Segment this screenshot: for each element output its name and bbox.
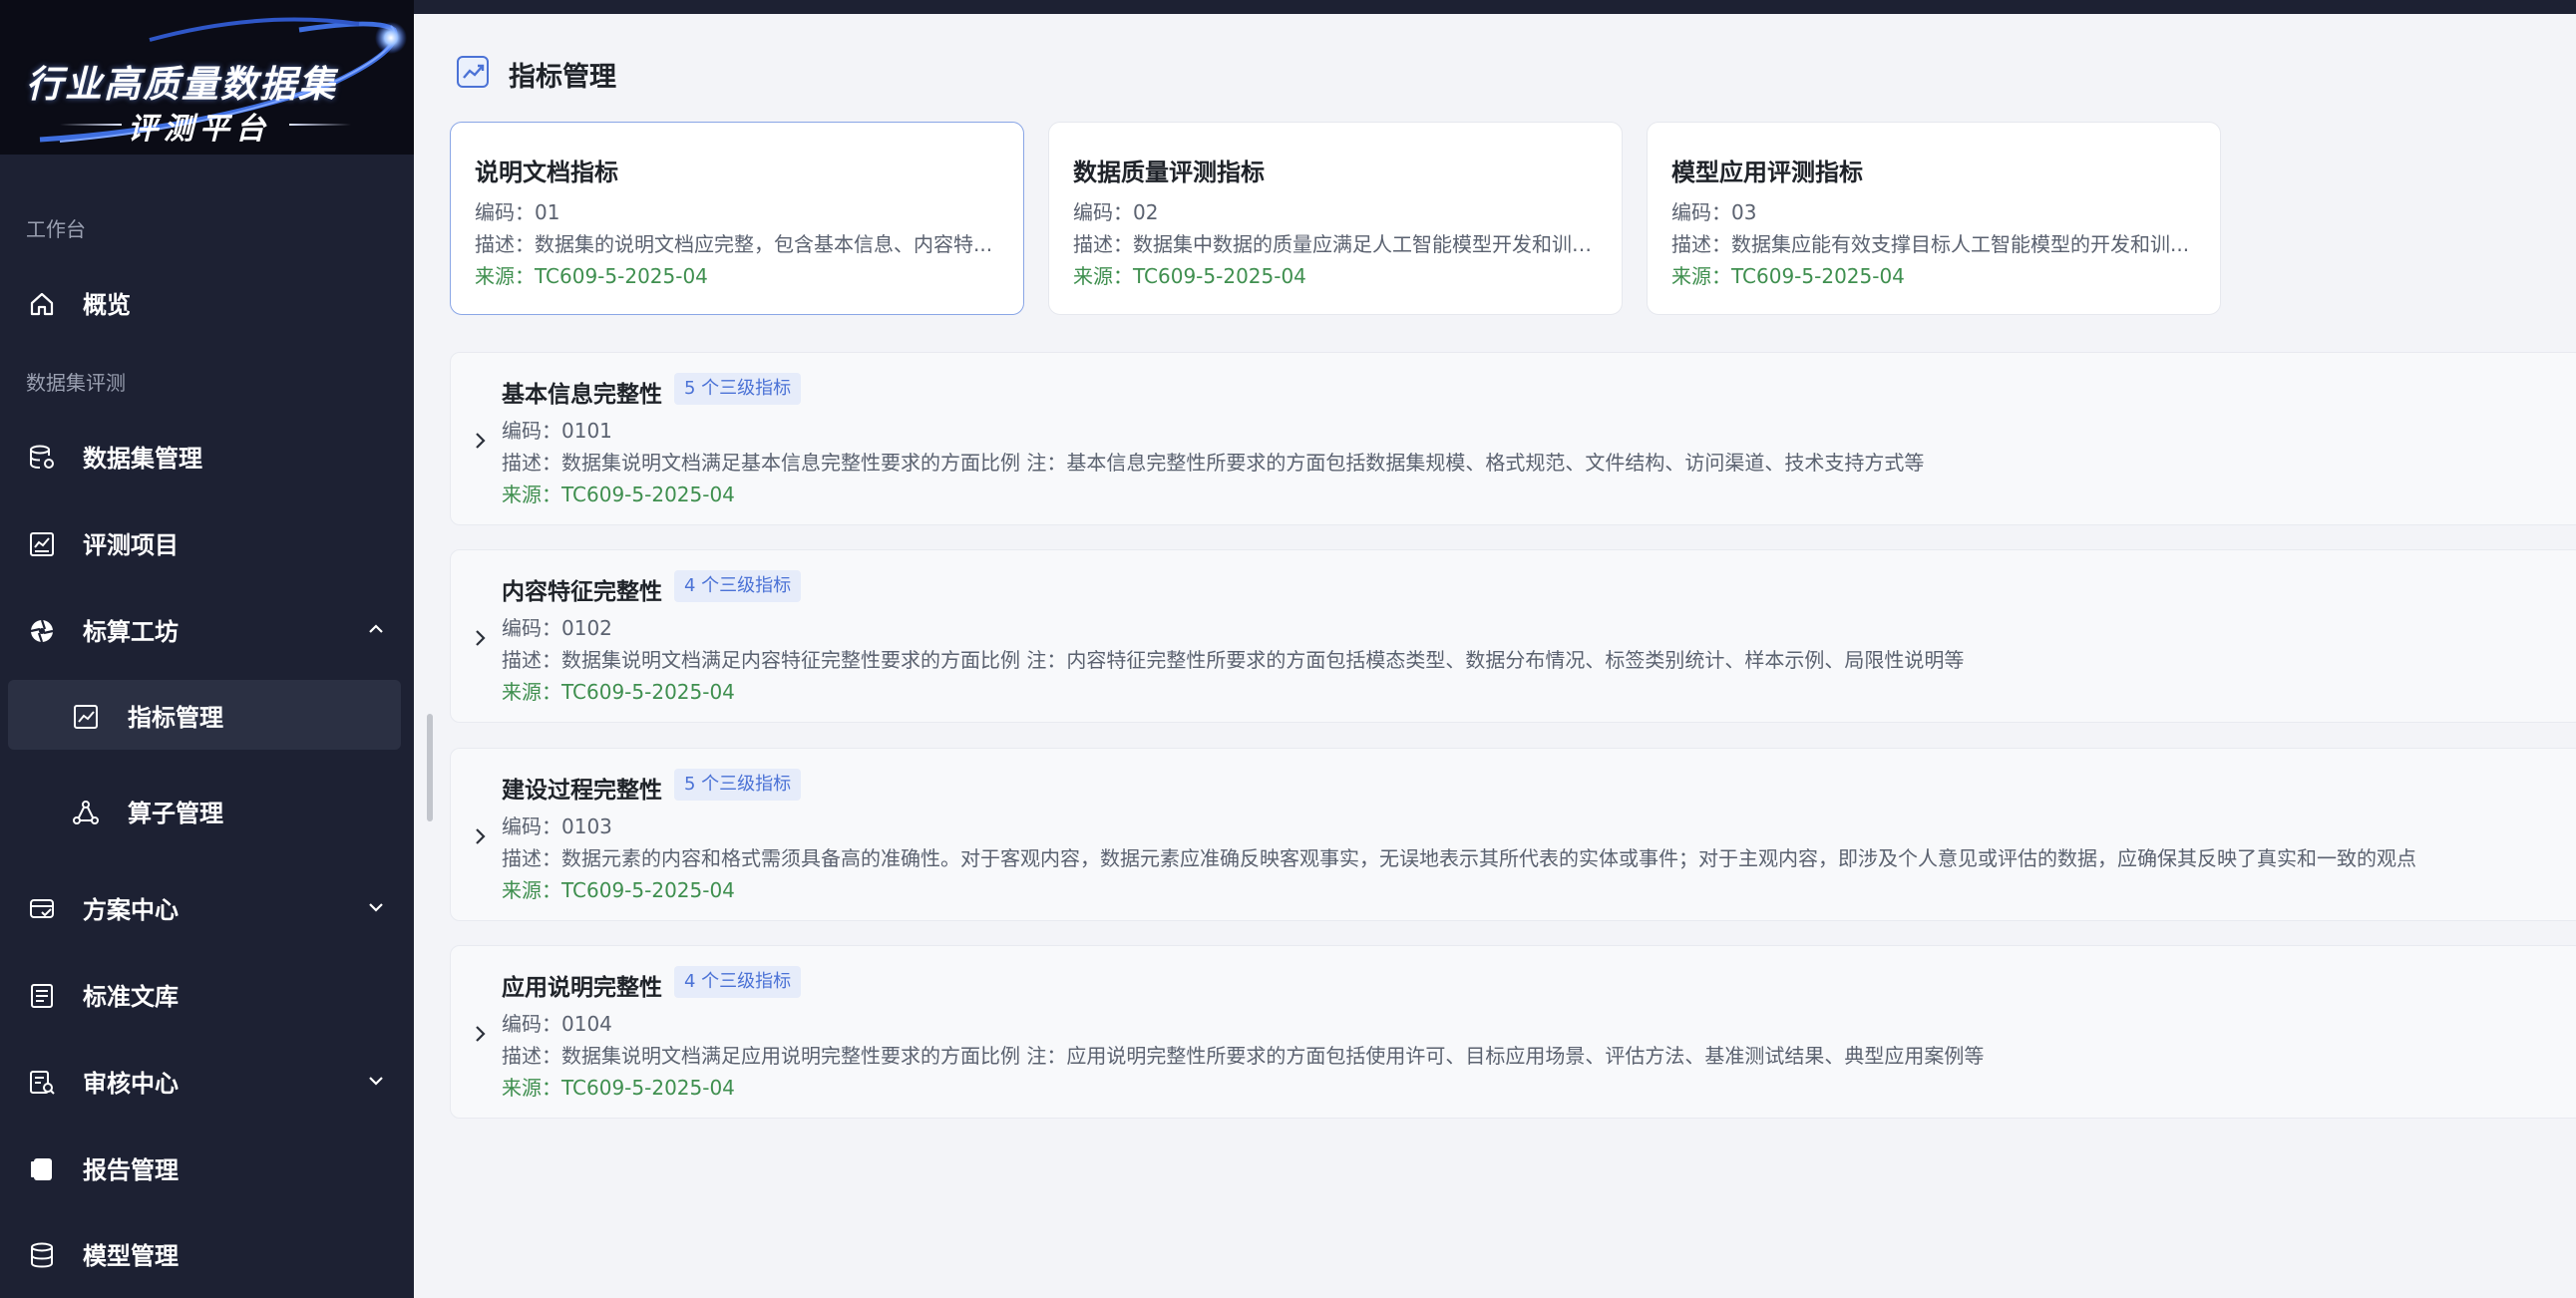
audit-icon [30, 1071, 55, 1095]
sidebar-item-plan-center[interactable]: 方案中心 [8, 872, 401, 942]
card-description: 描述：数据集应能有效支撑目标人工智能模型的开发和训... [1671, 232, 2190, 256]
card-source: 来源：TC609-5-2025-04 [475, 264, 708, 288]
row-source: 来源：TC609-5-2025-04 [502, 483, 735, 506]
card-description: 描述：数据集中数据的质量应满足人工智能模型开发和训练... [1073, 232, 1600, 256]
home-icon [30, 292, 54, 316]
sidebar-item-label: 指标管理 [128, 703, 223, 732]
metric-row: 应用说明完整性 4 个三级指标 编码：0104 描述：数据集说明文档满足应用说明… [450, 945, 2576, 1119]
metric-row: 基本信息完整性 5 个三级指标 编码：0101 描述：数据集说明文档满足基本信息… [450, 352, 2576, 525]
database-icon [31, 1242, 53, 1268]
sidebar-item-label: 算子管理 [128, 799, 223, 827]
chart-board-icon [30, 532, 54, 556]
row-title: 基本信息完整性 [502, 382, 662, 408]
sidebar-item-label: 评测项目 [83, 530, 179, 559]
sub-metric-count-badge: 5 个三级指标 [674, 373, 802, 405]
row-source: 来源：TC609-5-2025-04 [502, 878, 735, 902]
row-code: 编码：0101 [502, 419, 612, 443]
trend-chart-icon [457, 56, 489, 88]
row-description: 描述：数据集说明文档满足基本信息完整性要求的方面比例 注：基本信息完整性所要求的… [502, 451, 1925, 475]
sidebar-item-label: 方案中心 [83, 895, 179, 924]
metric-row: 建设过程完整性 5 个三级指标 编码：0103 描述：数据元素的内容和格式需须具… [450, 748, 2576, 921]
section-label-dataset-eval: 数据集评测 [26, 371, 126, 395]
top-bar [414, 0, 2576, 14]
document-icon [31, 984, 53, 1008]
sidebar: 行业高质量数据集 评测平台 工作台 概览 数据集评测 数据集管理 评测项目 标算… [0, 0, 414, 1298]
chevron-right-icon[interactable] [472, 429, 490, 453]
chevron-up-icon [369, 624, 383, 633]
row-source: 来源：TC609-5-2025-04 [502, 680, 735, 704]
brand-title: 行业高质量数据集 [26, 63, 337, 106]
sub-metric-count-badge: 4 个三级指标 [674, 570, 802, 602]
row-source: 来源：TC609-5-2025-04 [502, 1076, 735, 1100]
chevron-right-icon[interactable] [472, 626, 490, 650]
card-title: 说明文档指标 [475, 159, 618, 186]
row-title: 应用说明完整性 [502, 975, 662, 1001]
nodes-icon [73, 801, 99, 824]
sidebar-item-label: 审核中心 [83, 1069, 179, 1098]
brand-rule-left [60, 124, 122, 126]
aperture-icon [30, 619, 54, 643]
sidebar-item-report-management[interactable]: 报告管理 [8, 1133, 401, 1202]
sidebar-item-label: 模型管理 [83, 1241, 179, 1270]
metric-row: 内容特征完整性 4 个三级指标 编码：0102 描述：数据集说明文档满足内容特征… [450, 549, 2576, 723]
sub-metric-count-badge: 4 个三级指标 [674, 966, 802, 998]
chevron-down-icon [369, 903, 383, 912]
chevron-right-icon[interactable] [472, 824, 490, 848]
sub-metric-count-badge: 5 个三级指标 [674, 769, 802, 801]
sidebar-item-label: 概览 [83, 290, 131, 319]
brand-rule-right [289, 124, 351, 126]
sidebar-item-standards-library[interactable]: 标准文库 [8, 959, 401, 1029]
row-code: 编码：0103 [502, 814, 612, 838]
section-label-workbench: 工作台 [26, 217, 86, 241]
sidebar-item-dataset-management[interactable]: 数据集管理 [8, 421, 401, 490]
page-header [456, 54, 490, 90]
card-description: 描述：数据集的说明文档应完整，包含基本信息、内容特... [475, 232, 993, 256]
sidebar-item-label: 标准文库 [83, 982, 179, 1011]
card-source: 来源：TC609-5-2025-04 [1671, 264, 1905, 288]
sidebar-item-metric-management[interactable]: 指标管理 [8, 680, 401, 750]
row-code: 编码：0104 [502, 1012, 612, 1036]
card-code: 编码：02 [1073, 200, 1159, 224]
sidebar-item-label: 数据集管理 [83, 444, 202, 473]
card-code: 编码：03 [1671, 200, 1757, 224]
brand-subtitle: 评测平台 [128, 112, 271, 147]
row-description: 描述：数据元素的内容和格式需须具备高的准确性。对于客观内容，数据元素应准确反映客… [502, 846, 2416, 870]
brand-logo[interactable]: 行业高质量数据集 评测平台 [0, 0, 414, 155]
sidebar-item-overview[interactable]: 概览 [8, 267, 401, 337]
sidebar-scrollbar[interactable] [427, 714, 433, 821]
metric-card[interactable]: 数据质量评测指标 编码：02 描述：数据集中数据的质量应满足人工智能模型开发和训… [1048, 122, 1623, 315]
card-title: 数据质量评测指标 [1073, 159, 1265, 186]
chevron-right-icon[interactable] [472, 1022, 490, 1046]
metric-card[interactable]: 模型应用评测指标 编码：03 描述：数据集应能有效支撑目标人工智能模型的开发和训… [1647, 122, 2221, 315]
sidebar-item-audit-center[interactable]: 审核中心 [8, 1046, 401, 1116]
chevron-down-icon [369, 1077, 383, 1086]
report-icon [31, 1158, 52, 1180]
card-check-icon [30, 899, 54, 918]
row-title: 内容特征完整性 [502, 579, 662, 605]
sidebar-item-label: 标算工坊 [83, 617, 179, 646]
metric-card[interactable]: 说明文档指标 编码：01 描述：数据集的说明文档应完整，包含基本信息、内容特..… [450, 122, 1024, 315]
trend-chart-icon [74, 705, 98, 729]
sidebar-item-operator-management[interactable]: 算子管理 [8, 776, 401, 845]
sidebar-item-label: 报告管理 [83, 1155, 179, 1184]
row-code: 编码：0102 [502, 616, 612, 640]
page-title: 指标管理 [509, 62, 616, 93]
card-code: 编码：01 [475, 200, 560, 224]
row-title: 建设过程完整性 [502, 778, 662, 804]
card-source: 来源：TC609-5-2025-04 [1073, 264, 1306, 288]
sidebar-item-model-management[interactable]: 模型管理 [8, 1218, 401, 1288]
row-description: 描述：数据集说明文档满足应用说明完整性要求的方面比例 注：应用说明完整性所要求的… [502, 1044, 1985, 1068]
sidebar-item-workshop[interactable]: 标算工坊 [8, 594, 401, 664]
card-title: 模型应用评测指标 [1671, 159, 1863, 186]
row-description: 描述：数据集说明文档满足内容特征完整性要求的方面比例 注：内容特征完整性所要求的… [502, 648, 1965, 672]
sidebar-item-eval-projects[interactable]: 评测项目 [8, 507, 401, 577]
database-settings-icon [30, 445, 54, 469]
